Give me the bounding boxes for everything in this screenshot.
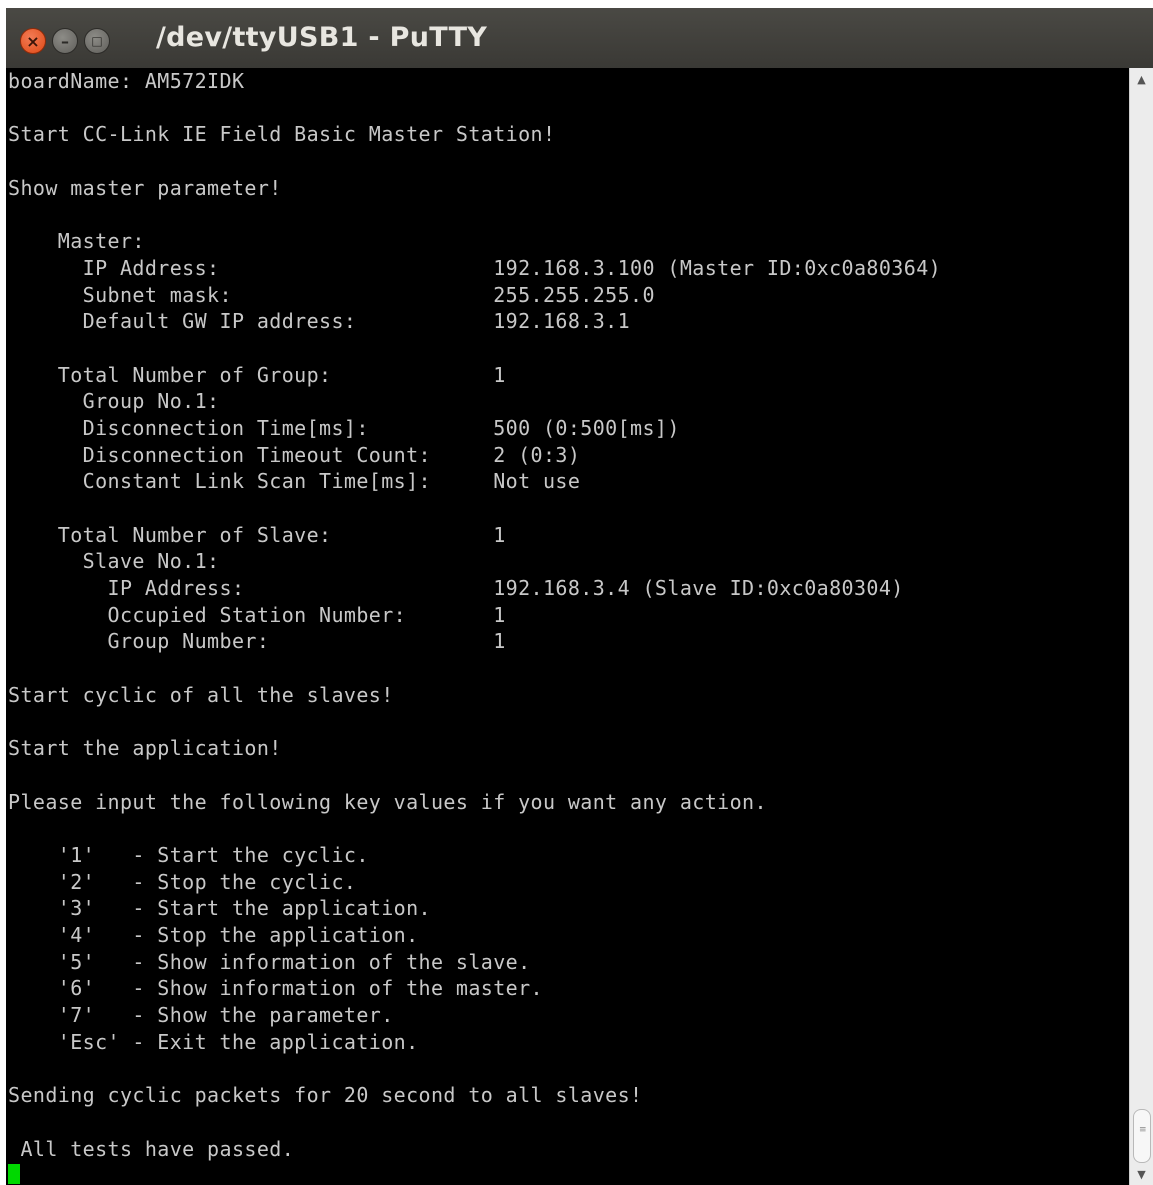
terminal-lines: boardName: AM572IDK Start CC-Link IE Fiel… (8, 68, 941, 1162)
terminal-line: Occupied Station Number: 1 (8, 602, 506, 627)
vertical-scrollbar[interactable]: ▲ ≡ ▼ (1129, 68, 1153, 1185)
terminal-output[interactable]: boardName: AM572IDK Start CC-Link IE Fiel… (6, 68, 1130, 1185)
terminal-line: All tests have passed. (8, 1136, 295, 1161)
terminal-line: boardName: AM572IDK (8, 69, 245, 93)
terminal-cursor (8, 1164, 20, 1184)
terminal-line: Constant Link Scan Time[ms]: Not use (8, 469, 581, 494)
minimize-icon: – (61, 31, 69, 51)
terminal-line: Start the application! (8, 736, 282, 761)
scroll-up-arrow-icon[interactable]: ▲ (1130, 72, 1153, 88)
terminal-line: '2' - Stop the cyclic. (8, 869, 357, 894)
terminal-line: Group Number: 1 (8, 629, 506, 654)
putty-window: × – □ /dev/ttyUSB1 - PuTTY boardName: AM… (6, 8, 1153, 1185)
terminal-line: '1' - Start the cyclic. (8, 842, 369, 867)
terminal-line: IP Address: 192.168.3.4 (Slave ID:0xc0a8… (8, 576, 904, 601)
title-bar[interactable]: × – □ /dev/ttyUSB1 - PuTTY (6, 8, 1153, 68)
terminal-line: '7' - Show the parameter. (8, 1003, 394, 1028)
terminal-line: Slave No.1: (8, 549, 220, 574)
terminal-line: Default GW IP address: 192.168.3.1 (8, 309, 631, 334)
window-title: /dev/ttyUSB1 - PuTTY (156, 22, 488, 53)
minimize-button[interactable]: – (52, 28, 78, 54)
grip-icon: ≡ (1139, 1125, 1147, 1135)
terminal-line: Total Number of Group: 1 (8, 362, 506, 387)
scrollbar-thumb[interactable]: ≡ (1133, 1109, 1151, 1163)
terminal-line: Disconnection Time[ms]: 500 (0:500[ms]) (8, 415, 680, 440)
terminal-line: '6' - Show information of the master. (8, 976, 543, 1001)
terminal-line: Subnet mask: 255.255.255.0 (8, 282, 655, 307)
terminal-line: Group No.1: (8, 389, 220, 414)
maximize-button[interactable]: □ (84, 28, 110, 54)
close-icon: × (26, 31, 40, 51)
terminal-line: '3' - Start the application. (8, 896, 431, 921)
terminal-line: 'Esc' - Exit the application. (8, 1029, 419, 1054)
terminal-line: Disconnection Timeout Count: 2 (0:3) (8, 442, 581, 467)
close-button[interactable]: × (20, 28, 46, 54)
terminal-line: Start CC-Link IE Field Basic Master Stat… (8, 122, 556, 147)
maximize-icon: □ (91, 34, 103, 48)
terminal-line: Sending cyclic packets for 20 second to … (8, 1083, 643, 1108)
terminal-line: Show master parameter! (8, 175, 282, 200)
scroll-down-arrow-icon[interactable]: ▼ (1130, 1167, 1153, 1183)
terminal-line: Start cyclic of all the slaves! (8, 682, 394, 707)
terminal-line: IP Address: 192.168.3.100 (Master ID:0xc… (8, 255, 942, 280)
terminal-line: Master: (8, 229, 145, 254)
terminal-line: Please input the following key values if… (8, 789, 767, 814)
terminal-line: '4' - Stop the application. (8, 923, 419, 947)
terminal-line: '5' - Show information of the slave. (8, 949, 531, 974)
terminal-line: Total Number of Slave: 1 (8, 522, 506, 547)
